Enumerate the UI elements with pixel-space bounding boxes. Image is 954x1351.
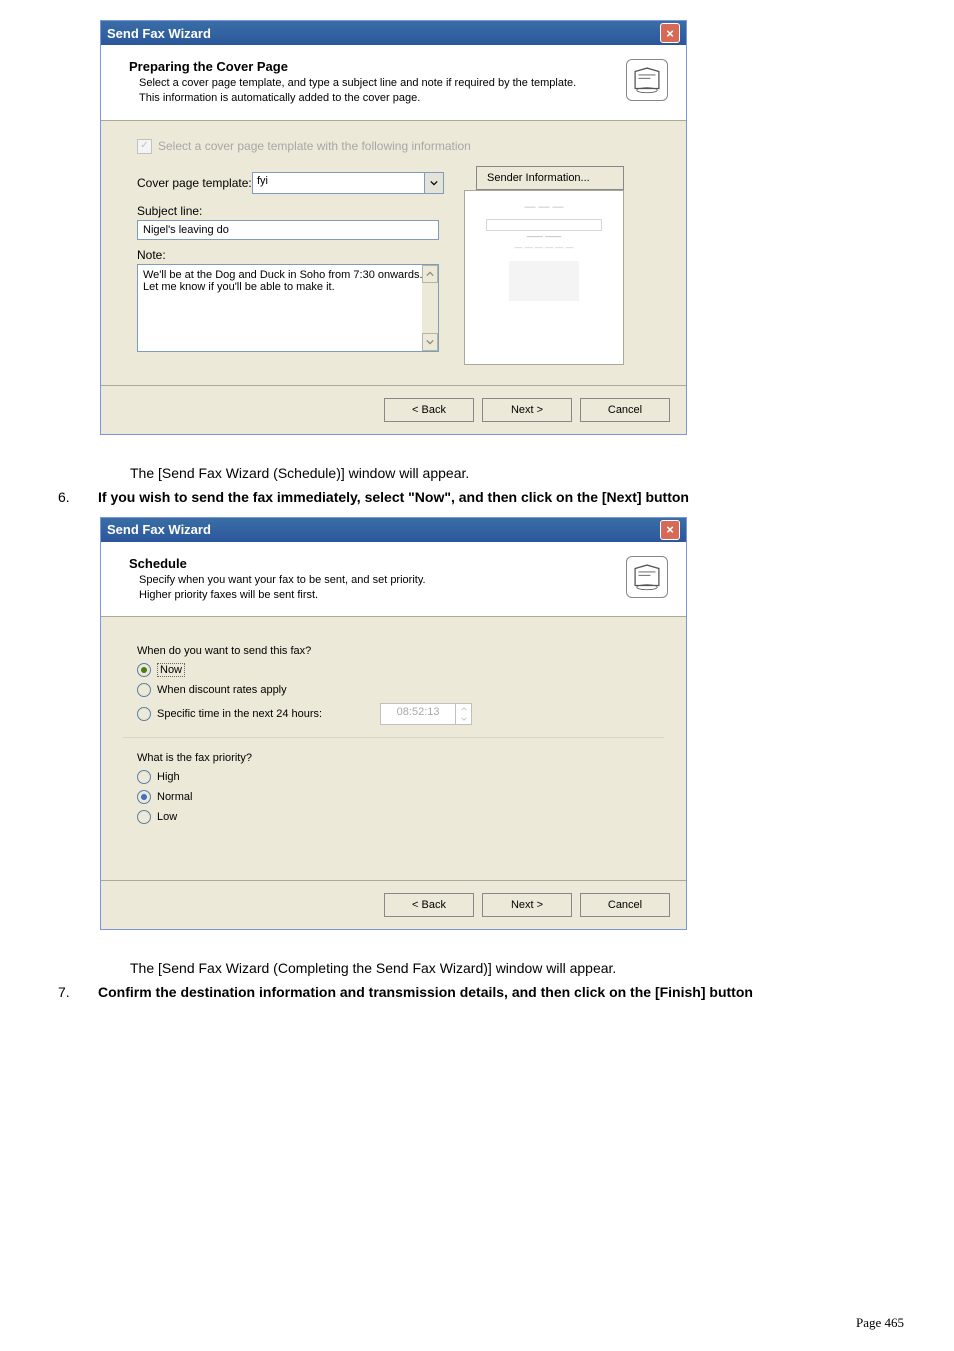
template-label: Cover page template:: [137, 176, 252, 190]
paragraph: The [Send Fax Wizard (Schedule)] window …: [130, 465, 904, 481]
banner-desc-2: This information is automatically added …: [129, 91, 616, 106]
option-normal-label: Normal: [157, 791, 192, 803]
cancel-button[interactable]: Cancel: [580, 893, 670, 917]
window-title: Send Fax Wizard: [107, 522, 211, 537]
note-textarea[interactable]: We'll be at the Dog and Duck in Soho fro…: [137, 264, 439, 352]
question-priority: What is the fax priority?: [137, 752, 664, 764]
template-combo[interactable]: fyi: [252, 172, 444, 194]
back-button[interactable]: < Back: [384, 893, 474, 917]
banner-text: Preparing the Cover Page Select a cover …: [129, 59, 616, 106]
dialog-schedule: Send Fax Wizard × Schedule Specify when …: [100, 517, 687, 931]
note-label: Note:: [137, 248, 444, 262]
dialog-footer: < Back Next > Cancel: [101, 386, 686, 434]
back-button[interactable]: < Back: [384, 398, 474, 422]
close-icon[interactable]: ×: [660, 23, 680, 43]
question-when: When do you want to send this fax?: [137, 645, 664, 657]
option-specific-label: Specific time in the next 24 hours:: [157, 708, 322, 720]
spin-down-icon[interactable]: [456, 714, 471, 724]
dialog-body: ✓ Select a cover page template with the …: [101, 121, 686, 375]
radio-now[interactable]: [137, 663, 151, 677]
dialog-cover-page: Send Fax Wizard × Preparing the Cover Pa…: [100, 20, 687, 435]
option-now-label: Now: [157, 663, 185, 677]
fax-icon: [626, 59, 668, 101]
cancel-button[interactable]: Cancel: [580, 398, 670, 422]
page-number: Page 465: [856, 1315, 904, 1331]
scrollbar[interactable]: [422, 265, 438, 351]
subject-label: Subject line:: [137, 204, 444, 218]
titlebar: Send Fax Wizard ×: [101, 21, 686, 45]
banner-desc-1: Select a cover page template, and type a…: [129, 76, 616, 91]
banner-title: Preparing the Cover Page: [129, 59, 616, 74]
dialog-body: When do you want to send this fax? Now W…: [101, 617, 686, 870]
fax-icon: [626, 556, 668, 598]
step-text: If you wish to send the fax immediately,…: [98, 489, 904, 505]
radio-high[interactable]: [137, 770, 151, 784]
radio-low[interactable]: [137, 810, 151, 824]
checkbox-use-template[interactable]: ✓: [137, 139, 152, 154]
option-high-label: High: [157, 771, 180, 783]
scroll-down-icon[interactable]: [422, 333, 438, 351]
chevron-down-icon[interactable]: [424, 173, 443, 193]
checkbox-row: ✓ Select a cover page template with the …: [137, 139, 664, 154]
option-low-label: Low: [157, 811, 177, 823]
sender-info-button[interactable]: Sender Information...: [476, 166, 624, 190]
banner: Preparing the Cover Page Select a cover …: [101, 45, 686, 121]
time-spinner[interactable]: 08:52:13: [380, 703, 472, 725]
template-value: fyi: [253, 173, 424, 193]
banner-text: Schedule Specify when you want your fax …: [129, 556, 616, 603]
scroll-up-icon[interactable]: [422, 265, 438, 283]
banner-desc-1: Specify when you want your fax to be sen…: [129, 573, 616, 588]
titlebar: Send Fax Wizard ×: [101, 518, 686, 542]
option-discount[interactable]: When discount rates apply: [137, 683, 664, 697]
step-text: Confirm the destination information and …: [98, 984, 904, 1000]
option-discount-label: When discount rates apply: [157, 684, 287, 696]
spin-up-icon[interactable]: [456, 704, 471, 714]
cover-preview: — — — —— —— — — — — — —: [464, 190, 624, 365]
option-normal[interactable]: Normal: [137, 790, 664, 804]
checkbox-label: Select a cover page template with the fo…: [158, 139, 471, 153]
paragraph: The [Send Fax Wizard (Completing the Sen…: [130, 960, 904, 976]
dialog-footer: < Back Next > Cancel: [101, 881, 686, 929]
option-now[interactable]: Now: [137, 663, 664, 677]
close-icon[interactable]: ×: [660, 520, 680, 540]
option-high[interactable]: High: [137, 770, 664, 784]
banner-desc-2: Higher priority faxes will be sent first…: [129, 588, 616, 603]
radio-discount[interactable]: [137, 683, 151, 697]
step-number: 7.: [50, 984, 98, 1000]
window-title: Send Fax Wizard: [107, 26, 211, 41]
option-specific[interactable]: Specific time in the next 24 hours: 08:5…: [137, 703, 664, 725]
radio-specific[interactable]: [137, 707, 151, 721]
time-value: 08:52:13: [381, 704, 455, 724]
subject-input[interactable]: Nigel's leaving do: [137, 220, 439, 240]
next-button[interactable]: Next >: [482, 398, 572, 422]
option-low[interactable]: Low: [137, 810, 664, 824]
step-number: 6.: [50, 489, 98, 505]
banner: Schedule Specify when you want your fax …: [101, 542, 686, 618]
radio-normal[interactable]: [137, 790, 151, 804]
banner-title: Schedule: [129, 556, 616, 571]
next-button[interactable]: Next >: [482, 893, 572, 917]
